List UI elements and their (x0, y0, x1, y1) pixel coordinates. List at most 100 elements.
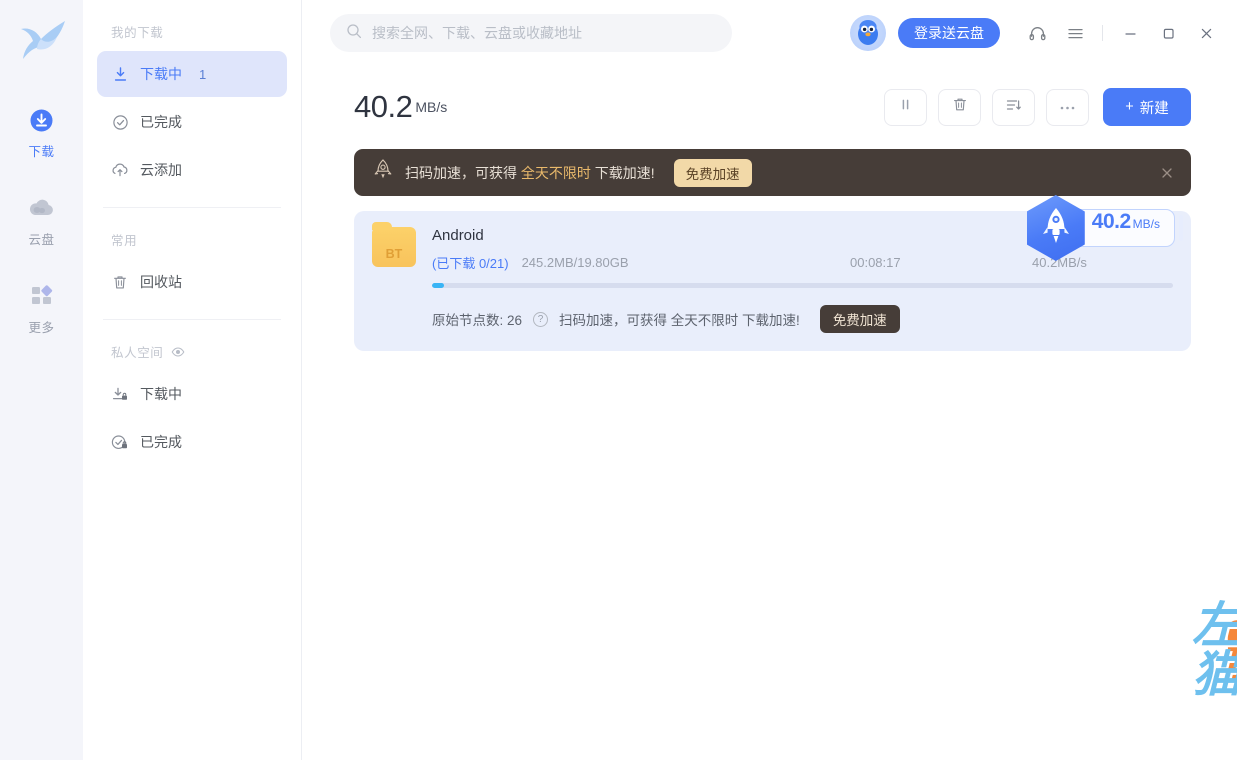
search-icon (346, 23, 362, 44)
task-body: Android (已下载 0/21) 245.2MB/19.80GB 00:08… (432, 227, 1173, 288)
maximize-icon[interactable] (1151, 16, 1185, 50)
sidebar-item-count: 1 (199, 66, 207, 82)
toolbar-actions: + 新建 (884, 88, 1191, 126)
banner-text-highlight: 全天不限时 (520, 164, 591, 181)
sidebar-item-label: 云添加 (140, 162, 182, 178)
download-task-card[interactable]: BT Android (已下载 0/21) 245.2MB/19.80GB 00… (354, 195, 1191, 351)
sidebar-item-private-downloading[interactable]: 下载中 (97, 371, 287, 417)
rail-item-label: 云盘 (28, 233, 55, 247)
search-bar[interactable] (330, 14, 732, 52)
sidebar-item-private-completed[interactable]: 已完成 (97, 419, 287, 465)
sidebar-group-common: 常用 (97, 208, 287, 259)
rail-item-label: 下载 (28, 145, 55, 159)
banner-text: 扫码加速，可获得 全天不限时 下载加速! (405, 163, 655, 183)
progress-bar (432, 283, 1173, 288)
pause-button[interactable] (884, 88, 927, 126)
sidebar-group-private-space: 私人空间 (97, 320, 287, 371)
grid-more-icon (28, 282, 56, 310)
cloud-add-icon (111, 161, 129, 179)
sidebar-group-my-downloads: 我的下载 (97, 0, 287, 51)
window-control-separator (1102, 25, 1103, 41)
task-node-count: 原始节点数: 26 (432, 313, 523, 328)
task-speed: 40.2MB/s (1032, 254, 1087, 270)
task-promo-suffix: 下载加速! (738, 313, 800, 328)
speed-toolbar-row: 40.2 MB/s + 新建 (302, 66, 1237, 136)
close-icon[interactable] (1189, 16, 1223, 50)
question-mark-icon[interactable]: ? (533, 311, 549, 327)
minimize-icon[interactable] (1113, 16, 1147, 50)
bird-logo-icon (12, 12, 72, 70)
task-top-row: BT Android (已下载 0/21) 245.2MB/19.80GB 00… (372, 222, 1173, 288)
icon-rail: 下载 云盘 更多 (0, 0, 83, 760)
watermark-blue-text: 左猫 (1192, 602, 1237, 700)
watermark: 左猫 素材库 zmocool.com (1192, 602, 1237, 700)
rail-item-more[interactable]: 更多 (0, 272, 83, 346)
plus-icon: + (1125, 99, 1134, 115)
sidebar-item-completed[interactable]: 已完成 (97, 99, 287, 145)
total-speed-value: 40.2 (354, 89, 413, 124)
main-content: 登录送云盘 (302, 0, 1237, 760)
sidebar-item-label: 已完成 (140, 434, 182, 450)
rail-item-cloud[interactable]: 云盘 (0, 184, 83, 258)
top-bar: 登录送云盘 (302, 0, 1237, 66)
banner-free-boost-button[interactable]: 免费加速 (673, 158, 752, 187)
sidebar-item-downloading[interactable]: 下载中 1 (97, 51, 287, 97)
sidebar-item-label: 已完成 (140, 114, 182, 130)
more-button[interactable] (1046, 88, 1089, 126)
ellipsis-icon (1059, 98, 1076, 116)
new-task-button[interactable]: + 新建 (1103, 88, 1191, 126)
rocket-icon (372, 158, 394, 187)
sidebar-group-label: 我的下载 (111, 26, 164, 40)
bt-folder-label: BT (385, 247, 403, 261)
sidebar-item-label: 下载中 (140, 66, 182, 82)
task-promo-text: 扫码加速，可获得 全天不限时 下载加速! (559, 309, 800, 329)
bt-folder-icon: BT (372, 222, 416, 267)
task-footer-row: 原始节点数: 26 ? 扫码加速，可获得 全天不限时 下载加速! 免费加速 (432, 305, 1173, 333)
boost-pill-tail (1179, 215, 1183, 241)
sidebar-item-label: 下载中 (140, 386, 182, 402)
rail-items: 下载 云盘 更多 (0, 96, 83, 360)
task-promo-highlight: 全天不限时 (670, 313, 739, 328)
downloading-icon (111, 65, 129, 83)
banner-text-suffix: 下载加速! (590, 164, 655, 181)
task-downloaded-count: (已下载 0/21) (432, 255, 509, 271)
rail-item-label: 更多 (28, 321, 55, 335)
eye-icon[interactable] (171, 345, 185, 359)
pause-icon (898, 97, 913, 117)
search-input[interactable] (372, 25, 716, 41)
sidebar: 我的下载 下载中 1 已完成 云添加 常用 回收站 私人空间 下载中 已完成 (83, 0, 302, 760)
sort-button[interactable] (992, 88, 1035, 126)
cloud-icon (28, 194, 56, 222)
task-size: 245.2MB/19.80GB (521, 254, 629, 270)
app-window: 下载 云盘 更多 我的下载 下载中 1 已完成 云添加 常用 回收站 私人空间 … (0, 0, 1237, 760)
delete-button[interactable] (938, 88, 981, 126)
trash-icon (111, 273, 129, 291)
task-promo-prefix: 扫码加速，可获得 (559, 313, 671, 328)
banner-close-icon[interactable] (1159, 165, 1175, 181)
download-circle-icon (28, 106, 56, 134)
check-circle-lock-icon (111, 433, 129, 451)
sidebar-item-recycle-bin[interactable]: 回收站 (97, 259, 287, 305)
trash-icon (952, 96, 968, 118)
avatar[interactable] (850, 15, 886, 51)
task-title: Android (432, 227, 484, 244)
check-circle-icon (111, 113, 129, 131)
sidebar-item-label: 回收站 (140, 274, 182, 290)
promo-banner: 扫码加速，可获得 全天不限时 下载加速! 免费加速 (354, 149, 1191, 196)
banner-text-prefix: 扫码加速，可获得 (405, 164, 521, 181)
sort-list-icon (1005, 97, 1022, 118)
downloading-lock-icon (111, 385, 129, 403)
new-task-label: 新建 (1139, 100, 1169, 117)
sidebar-item-cloud-add[interactable]: 云添加 (97, 147, 287, 193)
hamburger-menu-icon[interactable] (1058, 16, 1092, 50)
sidebar-group-label: 私人空间 (111, 346, 164, 360)
progress-bar-fill (432, 283, 444, 288)
task-time-remaining: 00:08:17 (850, 254, 901, 270)
rail-item-download[interactable]: 下载 (0, 96, 83, 170)
login-button[interactable]: 登录送云盘 (898, 18, 1000, 48)
sidebar-group-label: 常用 (111, 234, 138, 248)
window-controls-area: 登录送云盘 (850, 15, 1223, 51)
headset-icon[interactable] (1020, 16, 1054, 50)
task-free-boost-button[interactable]: 免费加速 (819, 305, 900, 333)
task-meta-row: (已下载 0/21) 245.2MB/19.80GB 00:08:17 40.2… (432, 253, 1173, 271)
